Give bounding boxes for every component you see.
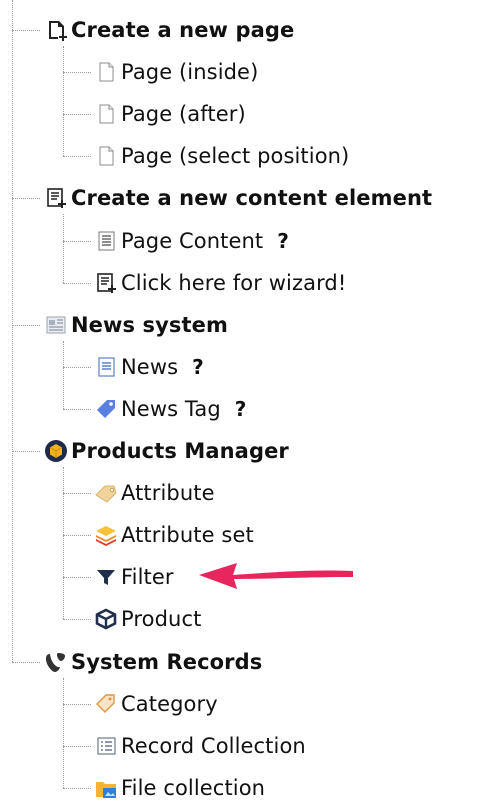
new-record-tree: Create a new page Page (inside) Page (afte… (0, 0, 479, 800)
typo3-icon (46, 652, 65, 672)
record-type-label: Filter (121, 565, 174, 590)
record-type-label: Page Content (121, 228, 264, 253)
record-type-3-1[interactable]: Attribute set (94, 518, 254, 552)
product-icon (95, 608, 117, 630)
record-type-0-1[interactable]: Page (after) (94, 97, 246, 131)
section-label: Create a new content element (71, 186, 433, 211)
record-type-label: Click here for wizard! (121, 270, 347, 295)
help-icon[interactable]: ? (235, 397, 247, 421)
tag-icon (97, 399, 115, 418)
record-type-2-0[interactable]: News? (94, 350, 204, 384)
record-type-1-0[interactable]: Page Content? (94, 224, 289, 258)
record-type-label: Category (121, 691, 218, 716)
page-icon (99, 62, 114, 82)
record-type-4-1[interactable]: Record Collection (94, 729, 306, 763)
section-2[interactable]: News system (44, 308, 228, 342)
record-type-label: Page (inside) (121, 60, 259, 85)
file-collection-icon (96, 781, 116, 798)
category-icon (96, 693, 115, 713)
filter-icon (97, 570, 115, 586)
page-icon (99, 146, 114, 166)
section-0[interactable]: Create a new page (44, 13, 294, 47)
help-icon[interactable]: ? (192, 355, 204, 379)
section-label: Create a new page (71, 18, 295, 42)
record-type-label: News (121, 354, 179, 379)
section-1[interactable]: Create a new content element (44, 181, 432, 215)
record-type-label: File collection (121, 775, 266, 800)
record-type-4-0[interactable]: Category (94, 687, 218, 721)
record-type-3-0[interactable]: Attribute (94, 476, 215, 510)
record-type-label: Attribute (121, 481, 215, 506)
record-collection-icon (97, 737, 116, 755)
record-type-0-0[interactable]: Page (inside) (94, 55, 258, 89)
help-icon[interactable]: ? (277, 229, 289, 253)
news-icon (98, 357, 115, 377)
attribute-icon (95, 485, 117, 503)
section-4[interactable]: System Records (44, 645, 262, 679)
section-label: Products Manager (71, 439, 289, 463)
record-type-3-3[interactable]: Product (94, 602, 201, 636)
content-text-icon (98, 231, 115, 250)
content-wizard-icon (47, 188, 66, 209)
section-3[interactable]: Products Manager (44, 434, 289, 468)
attribute-set-icon (96, 526, 116, 547)
record-type-1-1[interactable]: Click here for wizard! (94, 266, 346, 300)
record-type-label: News Tag (121, 396, 221, 421)
record-type-3-2[interactable]: Filter (94, 560, 174, 594)
record-type-label: Product (121, 607, 202, 632)
news-system-icon (46, 316, 66, 334)
section-label: News system (71, 312, 228, 337)
record-type-label: Record Collection (121, 733, 306, 758)
record-type-label: Attribute set (121, 523, 254, 548)
record-type-0-2[interactable]: Page (select position) (94, 139, 349, 173)
content-wizard-icon (97, 272, 116, 293)
record-type-label: Page (after) (121, 102, 246, 127)
products-manager-icon (45, 440, 67, 462)
page-new-icon (49, 21, 67, 41)
page-icon (99, 104, 114, 124)
record-type-label: Page (select position) (121, 144, 350, 169)
pointer-arrow-icon (199, 563, 353, 589)
section-label: System Records (71, 649, 263, 674)
record-type-2-1[interactable]: News Tag? (94, 392, 246, 426)
